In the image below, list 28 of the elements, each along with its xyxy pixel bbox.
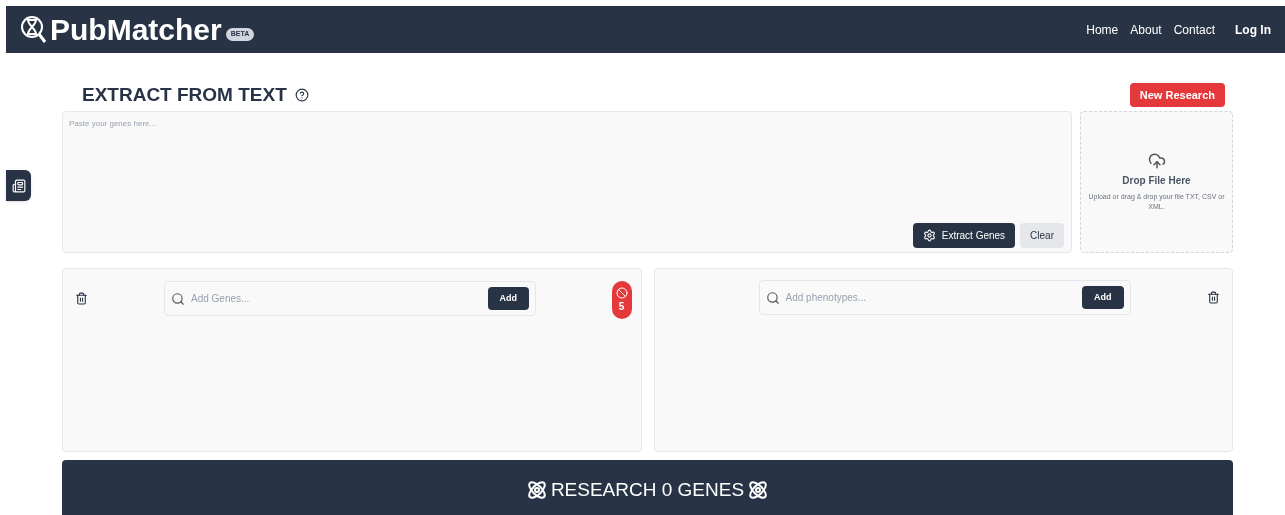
clear-button[interactable]: Clear bbox=[1020, 223, 1064, 248]
logo-text: PubMatcher bbox=[50, 14, 222, 45]
extract-genes-button[interactable]: Extract Genes bbox=[912, 223, 1016, 248]
search-icon bbox=[171, 291, 185, 306]
trash-icon[interactable] bbox=[75, 292, 88, 305]
add-gene-button[interactable]: Add bbox=[487, 287, 529, 310]
new-research-button[interactable]: New Research bbox=[1129, 82, 1225, 107]
upload-icon bbox=[1147, 151, 1166, 170]
add-phenotype-button[interactable]: Add bbox=[1082, 286, 1124, 309]
help-icon[interactable] bbox=[294, 87, 309, 102]
trash-icon[interactable] bbox=[1207, 291, 1220, 304]
ban-icon bbox=[615, 286, 628, 299]
sidebar-toggle[interactable] bbox=[6, 170, 31, 201]
gear-icon bbox=[922, 229, 936, 242]
section-title: EXTRACT FROM TEXT bbox=[82, 82, 287, 107]
nav-link[interactable]: About bbox=[1130, 20, 1162, 39]
excluded-count-badge[interactable]: 5 bbox=[611, 281, 632, 319]
phenotypes-search-field[interactable]: Add phenotypes... Add bbox=[758, 280, 1131, 315]
logo-icon bbox=[20, 14, 46, 45]
excluded-count: 5 bbox=[618, 299, 625, 314]
newspaper-icon bbox=[11, 178, 26, 193]
search-icon bbox=[765, 290, 780, 305]
nav-link[interactable]: Home bbox=[1086, 20, 1119, 39]
genes-search-field[interactable]: Add Genes... Add bbox=[164, 281, 536, 316]
login-link[interactable]: Log In bbox=[1235, 20, 1271, 39]
drop-title: Drop File Here bbox=[1122, 173, 1191, 188]
nav-link[interactable]: Contact bbox=[1173, 20, 1215, 39]
research-button[interactable]: RESEARCH 0 GENES bbox=[62, 460, 1233, 515]
